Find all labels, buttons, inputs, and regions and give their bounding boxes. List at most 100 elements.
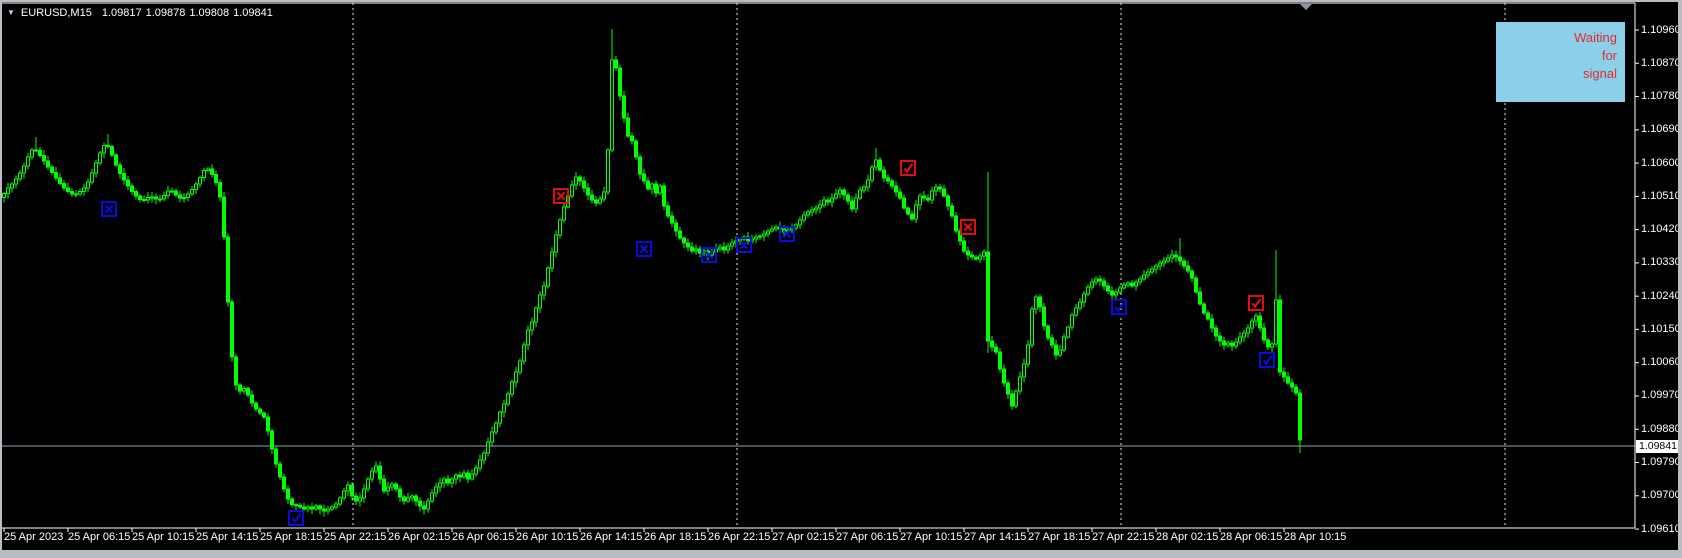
candle-bear: [582, 180, 586, 189]
candle-bear: [894, 185, 898, 193]
candle-bull: [1094, 278, 1098, 283]
time-tick-label: 26 Apr 18:15: [644, 531, 707, 543]
candle-bull: [206, 168, 210, 171]
price-tick-label: 1.10330: [1641, 256, 1681, 269]
candle-bear: [878, 159, 882, 171]
candle-bear: [378, 465, 382, 480]
candle-bear: [230, 301, 234, 358]
candle-bull: [314, 505, 318, 510]
candle-bear: [846, 194, 850, 202]
candle-bull: [758, 235, 762, 238]
candle-bull: [1226, 342, 1230, 346]
candle-bull: [370, 470, 374, 480]
candle-bear: [106, 145, 110, 147]
candle-bull: [374, 465, 378, 472]
candle-bear: [594, 199, 598, 204]
collapse-triangle-icon[interactable]: ▼: [7, 8, 15, 17]
candle-bull: [574, 176, 578, 186]
candle-bull: [1066, 326, 1070, 338]
candle-bear: [382, 478, 386, 492]
candle-bull: [798, 219, 802, 226]
candle-bull: [1246, 327, 1250, 334]
mt4-chart-window: ▼ EURUSD,M15 1.09817 1.09878 1.09808 1.09841 …: [0, 0, 1682, 558]
candle-bull: [1274, 299, 1278, 345]
candle-bear: [1098, 278, 1102, 282]
candle-bull: [1162, 260, 1166, 264]
candle-bull: [726, 245, 730, 251]
candle-bull: [194, 183, 198, 190]
marker-check-stroke: [291, 513, 302, 524]
candle-bull: [18, 172, 22, 180]
candle-bull: [462, 472, 466, 478]
time-tick-label: 26 Apr 06:15: [452, 531, 515, 543]
candle-bull: [814, 207, 818, 211]
candle-bull: [1062, 336, 1066, 351]
candle-bull: [470, 473, 474, 480]
candle-bull: [102, 145, 106, 154]
candle-bull: [1270, 343, 1274, 348]
candle-bear: [986, 251, 990, 342]
candle-bear: [354, 495, 358, 502]
candle-bear: [226, 236, 230, 303]
candle-bear: [254, 402, 258, 410]
candle-bear: [1106, 285, 1110, 292]
candle-bear: [418, 500, 422, 507]
candle-bull: [386, 486, 390, 492]
candlestick-chart[interactable]: [0, 0, 1682, 558]
candle-bull: [1014, 390, 1018, 407]
candle-bull: [862, 186, 866, 191]
quote-header: ▼ EURUSD,M15 1.09817 1.09878 1.09808 1.09841: [7, 7, 277, 19]
time-tick-label: 25 Apr 2023: [4, 531, 64, 543]
candle-bear: [942, 188, 946, 197]
candle-bear: [210, 168, 214, 175]
candle-bear: [1262, 327, 1266, 341]
candle-bull: [10, 183, 14, 189]
candle-bear: [590, 194, 594, 201]
candle-bear: [274, 448, 278, 465]
candle-bear: [54, 172, 58, 179]
time-tick-label: 28 Apr 06:15: [1220, 531, 1283, 543]
candle-bull: [410, 495, 414, 499]
candle-bull: [438, 482, 442, 488]
price-tick-label: 1.09700: [1641, 489, 1681, 502]
candle-bull: [358, 497, 362, 502]
price-tick-label: 1.09880: [1641, 422, 1681, 435]
candle-bull: [730, 242, 734, 247]
candle-bull: [766, 230, 770, 235]
candle-bull: [30, 149, 34, 158]
candle-bear: [298, 504, 302, 508]
candle-bear: [1038, 296, 1042, 308]
candle-bull: [866, 179, 870, 188]
waiting-line-2: for: [1601, 48, 1617, 63]
candle-bear: [322, 508, 326, 512]
candle-bear: [266, 416, 270, 432]
candle-bear: [58, 177, 62, 184]
price-tick-label: 1.10240: [1641, 289, 1681, 302]
candle-bull: [806, 211, 810, 216]
candle-bull: [1238, 336, 1242, 343]
candle-bear: [234, 356, 238, 386]
candle-bull: [802, 214, 806, 221]
candle-bear: [290, 498, 294, 506]
candle-bear: [70, 191, 74, 195]
chart-shift-triangle-icon[interactable]: [1300, 4, 1312, 10]
candle-bull: [1070, 314, 1074, 328]
signal-marker-red-check-icon: [900, 160, 916, 176]
candle-bear: [670, 215, 674, 224]
candle-bear: [1258, 315, 1262, 329]
candle-bear: [626, 117, 630, 137]
candle-bull: [442, 478, 446, 484]
candle-bear: [1042, 306, 1046, 327]
time-tick-label: 27 Apr 14:15: [964, 531, 1027, 543]
candle-bull: [150, 196, 154, 199]
candle-bull: [330, 506, 334, 510]
candle-bear: [690, 246, 694, 252]
candle-bull: [854, 197, 858, 210]
candle-bull: [818, 204, 822, 209]
candle-bear: [974, 256, 978, 260]
candle-bull: [838, 189, 842, 195]
candle-bull: [774, 226, 778, 230]
candle-bull: [1114, 291, 1118, 296]
time-tick-label: 25 Apr 06:15: [68, 531, 131, 543]
price-tick-label: 1.10420: [1641, 223, 1681, 236]
